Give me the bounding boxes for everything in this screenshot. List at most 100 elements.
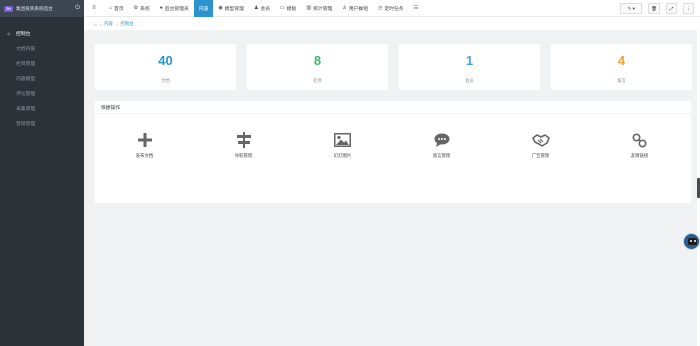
- quick-action-slides[interactable]: 幻灯图片: [293, 131, 392, 159]
- breadcrumb-separator: ›: [99, 21, 102, 27]
- stat-value: 4: [617, 53, 626, 68]
- members-icon: ♟: [253, 5, 259, 11]
- app-logo: ZH: [4, 5, 13, 12]
- sidebar-item-label: 内容模型: [16, 77, 36, 82]
- nav-more-icon[interactable]: ☷: [409, 0, 423, 17]
- more-button[interactable]: ⋮: [683, 3, 694, 14]
- nav-item-content[interactable]: 内容: [193, 0, 214, 17]
- breadcrumb: ⌂ › 内容 › 控制台: [94, 21, 137, 27]
- quick-action-label: 发布文档: [135, 153, 154, 158]
- nav-item-groups[interactable]: ♙ 用户群组: [337, 0, 373, 17]
- avatar-eye: [690, 240, 692, 242]
- sidebar-item-label: 采集管理: [16, 107, 36, 112]
- quick-action-label: 幻灯图片: [333, 153, 352, 158]
- nav-item-members[interactable]: ♟ 会员: [249, 0, 275, 17]
- quick-action-publish[interactable]: 发布文档: [95, 131, 194, 159]
- nav-item-label: 定时任务: [384, 6, 404, 12]
- stat-card-columns[interactable]: 8 栏目: [247, 44, 388, 90]
- gear-icon: ⚙: [133, 5, 139, 11]
- quick-action-label: 导航管理: [234, 153, 253, 158]
- chat-assistant-avatar[interactable]: [683, 233, 700, 250]
- sidebar-item-documents[interactable]: 文档内容 ‹: [0, 41, 84, 56]
- home-icon: ⌂: [7, 30, 11, 37]
- quick-actions-list: 发布文档 导航管理 幻灯图片 留言管理 广告管理 友情链接: [95, 131, 691, 159]
- nav-item-label: 首页: [114, 6, 124, 12]
- user-icon: ●: [159, 5, 163, 11]
- sidebar-item-label: 营销管理: [16, 122, 36, 127]
- avatar-eye: [694, 240, 696, 242]
- sidebar-menu: ⌂ 控制台 文档内容 ‹ 栏目管理 ‹ 内容模型 评论管理 采集管理 营销管理: [0, 26, 84, 131]
- top-navbar: ≡ ⌂ 首页 ⚙ 系统 ● 后台管理员 内容 ◉ 模型管理 ♟ 会员 ▭ 模板 ▥ 统计管理 …: [84, 0, 700, 17]
- nav-item-models[interactable]: ◉ 模型管理: [213, 0, 249, 17]
- sidebar-item-label: 评论管理: [16, 92, 36, 97]
- topbar-actions: ✎ ▾ 🗑 ⤢ ⋮: [620, 3, 694, 14]
- main-content: 40 文档 8 栏目 1 会员 4 留言 快捷操作 发布文档 导航管理 幻灯图片…: [84, 30, 697, 346]
- group-icon: ♙: [342, 5, 347, 11]
- quick-action-label: 广告管理: [531, 153, 550, 158]
- sidebar-item-label: 栏目管理: [16, 62, 36, 67]
- stat-card-messages[interactable]: 4 留言: [551, 44, 692, 90]
- nav-item-home[interactable]: ⌂ 首页: [104, 0, 129, 17]
- sidebar: ZH 集团投资系统后台 ⏻ ⌂ 控制台 文档内容 ‹ 栏目管理 ‹ 内容模型 评…: [0, 0, 84, 346]
- quick-action-label: 留言管理: [432, 153, 451, 158]
- handshake-icon: [531, 133, 550, 147]
- plus-icon: [137, 133, 152, 147]
- sidebar-item-marketing[interactable]: 营销管理 ‹: [0, 116, 84, 131]
- stat-value: 40: [158, 53, 173, 68]
- nav-item-label: 模板: [286, 6, 297, 12]
- chevron-left-icon: ‹: [76, 121, 79, 126]
- nav-item-label: 模型管理: [224, 6, 244, 12]
- clear-cache-button[interactable]: 🗑: [648, 3, 660, 14]
- theme-brush-button[interactable]: ✎ ▾: [620, 3, 643, 14]
- stats-row: 40 文档 8 栏目 1 会员 4 留言: [95, 44, 692, 90]
- nav-item-admins[interactable]: ● 后台管理员: [155, 0, 194, 17]
- nav-item-label: 内容: [198, 6, 209, 12]
- sidebar-item-comments[interactable]: 评论管理: [0, 86, 84, 101]
- nav-item-label: 用户群组: [348, 6, 369, 12]
- chevron-left-icon: ‹: [76, 46, 79, 51]
- quick-action-links[interactable]: 友情链接: [590, 131, 689, 159]
- breadcrumb-item[interactable]: 控制台: [120, 21, 133, 27]
- clock-icon: ◷: [378, 5, 383, 11]
- nav-item-label: 后台管理员: [164, 6, 189, 12]
- stat-card-documents[interactable]: 40 文档: [95, 44, 236, 90]
- image-icon: [334, 133, 351, 147]
- menu-toggle-icon[interactable]: ≡: [88, 5, 100, 11]
- link-icon: [632, 132, 647, 148]
- top-nav: ⌂ 首页 ⚙ 系统 ● 后台管理员 内容 ◉ 模型管理 ♟ 会员 ▭ 模板 ▥ 统计管理 ♙ 用…: [104, 0, 423, 17]
- stat-card-members[interactable]: 1 会员: [399, 44, 540, 90]
- stat-label: 栏目: [313, 78, 322, 83]
- chevron-left-icon: ‹: [76, 61, 79, 66]
- comment-icon: [434, 133, 449, 147]
- fullscreen-button[interactable]: ⤢: [666, 3, 677, 14]
- sidebar-header: ZH 集团投资系统后台 ⏻: [0, 0, 84, 17]
- nav-item-scheduled-tasks[interactable]: ◷ 定时任务: [373, 0, 409, 17]
- stat-label: 文档: [161, 78, 170, 83]
- nav-item-label: 会员: [260, 6, 271, 12]
- stat-label: 会员: [465, 78, 474, 83]
- nav-item-stats[interactable]: ▥ 统计管理: [301, 0, 337, 17]
- home-icon[interactable]: ⌂: [94, 22, 97, 27]
- model-icon: ◉: [218, 5, 223, 11]
- nav-item-templates[interactable]: ▭ 模板: [275, 0, 301, 17]
- quick-actions-title: 快捷操作: [95, 101, 691, 114]
- sidebar-item-columns[interactable]: 栏目管理 ‹: [0, 56, 84, 71]
- breadcrumb-item[interactable]: 内容: [104, 21, 113, 27]
- quick-action-ads[interactable]: 广告管理: [491, 131, 590, 159]
- signpost-icon: [236, 132, 251, 148]
- sidebar-item-models[interactable]: 内容模型: [0, 71, 84, 86]
- home-icon: ⌂: [109, 5, 113, 11]
- power-icon[interactable]: ⏻: [75, 5, 80, 12]
- sidebar-item-label: 控制台: [16, 32, 31, 37]
- app-title: 集团投资系统后台: [16, 5, 53, 11]
- quick-action-messages[interactable]: 留言管理: [392, 131, 491, 159]
- quick-action-navigation[interactable]: 导航管理: [194, 131, 293, 159]
- sidebar-item-collect[interactable]: 采集管理: [0, 101, 84, 116]
- nav-item-label: 统计管理: [313, 6, 333, 12]
- nav-item-system[interactable]: ⚙ 系统: [129, 0, 155, 17]
- chart-icon: ▥: [306, 5, 312, 11]
- sidebar-item-dashboard[interactable]: ⌂ 控制台: [0, 26, 84, 41]
- stat-label: 留言: [617, 78, 626, 83]
- quick-action-label: 友情链接: [630, 153, 649, 158]
- stat-value: 1: [465, 53, 474, 68]
